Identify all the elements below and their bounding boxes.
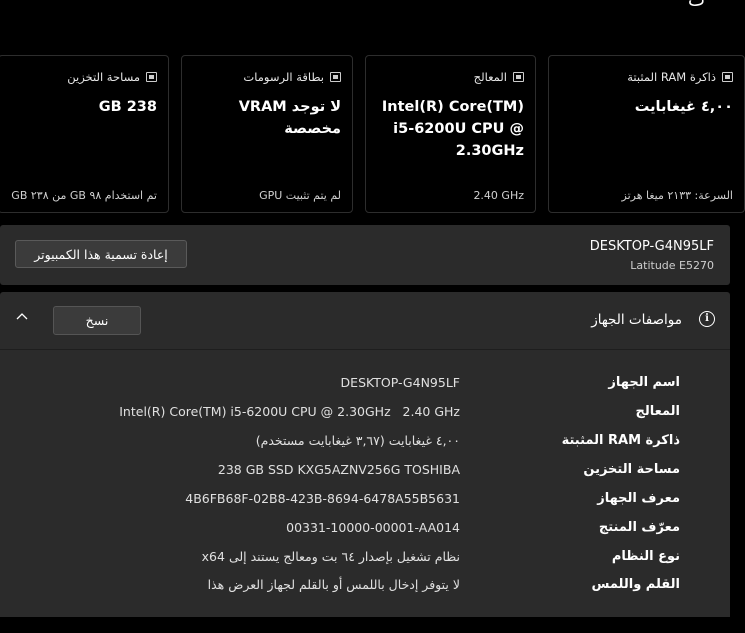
spec-value: Intel(R) Core(TM) i5-6200U CPU @ 2.30GHz… [119,404,460,419]
rename-pc-button[interactable]: إعادة تسمية هذا الكمبيوتر [15,240,187,268]
spec-row-system-type: نوع النظام نظام تشغيل بإصدار ٦٤ بت ومعال… [0,549,730,578]
spec-label: اسم الجهاز [608,375,680,390]
spec-value: 238 GB SSD KXG5AZNV256G TOSHIBA [217,462,460,477]
spec-value: لا يتوفر إدخال باللمس أو بالقلم لجهاز ال… [207,577,460,592]
memory-icon [722,72,733,82]
info-icon: i [699,311,715,327]
graphics-card-label: بطاقة الرسومات [243,70,324,84]
graphics-card-value: لا توجد VRAM مخصصة [238,99,341,137]
ram-card: ذاكرة RAM المثبتة ٤,٠٠ غيغابايت السرعة: … [548,55,745,213]
storage-card: مساحة التخزين 238 GB تم استخدام ٩٨ GB من… [0,55,169,213]
storage-card-value: 238 GB [98,99,157,115]
graphics-card-icon [330,72,341,82]
graphics-card-foot: لم يتم تثبيت GPU [259,189,341,202]
specs-title: مواصفات الجهاز [591,312,682,328]
header-title-fragment: ت [688,0,705,11]
processor-card: المعالج Intel(R) Core(TM) i5-6200U CPU @… [365,55,536,213]
spec-label: ذاكرة RAM المثبتة [561,433,680,448]
device-name: DESKTOP-G4N95LF [589,239,714,254]
ram-card-foot: السرعة: ٢١٣٣ ميغا هرتز [621,189,733,202]
spec-row-product-id: معرّف المنتج 00331-10000-00001-AA014 [0,520,730,549]
spec-label: معرف الجهاز [597,491,680,506]
storage-card-foot: تم استخدام ٩٨ GB من ٢٣٨ GB [11,189,157,202]
spec-row-device-id: معرف الجهاز 4B6FB68F-02B8-423B-8694-6478… [0,491,730,520]
storage-card-label: مساحة التخزين [67,70,140,84]
spec-value: 00331-10000-00001-AA014 [286,520,460,535]
spec-label: القلم واللمس [591,577,680,592]
spec-value: DESKTOP-G4N95LF [340,375,460,390]
specs-header[interactable]: i مواصفات الجهاز نسخ [0,292,730,350]
ram-card-label: ذاكرة RAM المثبتة [627,70,716,84]
spec-row-device-name: اسم الجهاز DESKTOP-G4N95LF [0,375,730,404]
spec-label: نوع النظام [611,549,680,564]
copy-button[interactable]: نسخ [53,306,141,335]
graphics-card: بطاقة الرسومات لا توجد VRAM مخصصة لم يتم… [181,55,353,213]
processor-card-foot: 2.40 GHz [473,189,524,202]
summary-cards: ذاكرة RAM المثبتة ٤,٠٠ غيغابايت السرعة: … [0,55,745,215]
spec-label: معرّف المنتج [598,520,680,535]
spec-value: نظام تشغيل بإصدار ٦٤ بت ومعالج يستند إلى… [201,549,460,564]
spec-row-pen-touch: القلم واللمس لا يتوفر إدخال باللمس أو با… [0,577,730,606]
processor-card-value: Intel(R) Core(TM) i5-6200U CPU @ 2.30GHz [381,99,524,159]
spec-label: المعالج [635,404,680,419]
spec-row-ram: ذاكرة RAM المثبتة ٤,٠٠ غيغابايت (٣,٦٧ غي… [0,433,730,462]
spec-row-storage: مساحة التخزين 238 GB SSD KXG5AZNV256G TO… [0,462,730,491]
device-model: Latitude E5270 [630,259,714,272]
device-specifications-panel: i مواصفات الجهاز نسخ اسم الجهاز DESKTOP-… [0,292,730,633]
spec-value: 4B6FB68F-02B8-423B-8694-6478A55B5631 [185,491,460,506]
spec-label: مساحة التخزين [583,462,680,477]
spec-value: ٤,٠٠ غيغابايت (٣,٦٧ غيغابايت مستخدم) [255,433,460,448]
device-rename-panel: DESKTOP-G4N95LF Latitude E5270 إعادة تسم… [0,225,730,285]
ram-card-value: ٤,٠٠ غيغابايت [634,99,733,115]
storage-icon [146,72,157,82]
processor-card-label: المعالج [473,70,507,84]
bottom-edge [0,617,745,633]
chevron-up-icon[interactable] [14,308,30,324]
spec-row-processor: المعالج Intel(R) Core(TM) i5-6200U CPU @… [0,404,730,433]
processor-icon [513,72,524,82]
